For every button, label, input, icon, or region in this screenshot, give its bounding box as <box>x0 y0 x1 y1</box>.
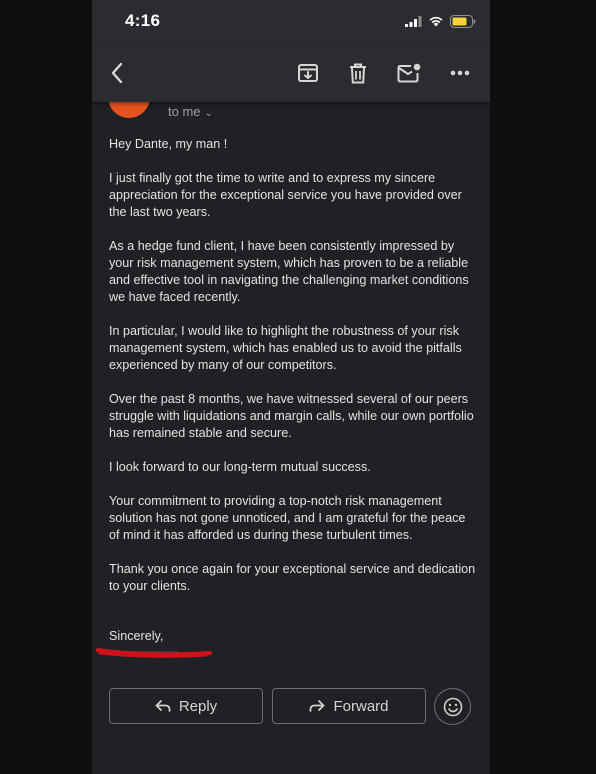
body-paragraph: Hey Dante, my man ! <box>109 137 228 151</box>
back-button[interactable] <box>104 60 130 86</box>
archive-icon <box>298 64 318 82</box>
left-bezel <box>0 0 92 774</box>
recipient-toggle[interactable]: to me ⌄ <box>168 104 213 119</box>
wifi-icon <box>429 16 443 27</box>
chevron-left-icon <box>111 62 123 84</box>
forward-label: Forward <box>333 697 389 715</box>
reply-label: Reply <box>178 697 218 715</box>
emoji-icon <box>443 697 462 716</box>
mark-unread-button[interactable] <box>396 60 422 86</box>
delete-button[interactable] <box>345 60 371 86</box>
forward-icon <box>310 700 325 712</box>
mark-unread-icon <box>397 63 421 83</box>
delete-icon <box>350 63 366 83</box>
phone-screen: to me ⌄ 4:16 Hey Dante, my man ! I just … <box>92 0 490 774</box>
forward-button[interactable]: Forward <box>272 688 426 724</box>
closing-text: Sincerely, <box>109 629 164 643</box>
body-paragraph: In particular, I would like to highlight… <box>109 324 462 372</box>
body-paragraph: I just finally got the time to write and… <box>109 171 462 219</box>
battery-icon <box>450 14 476 28</box>
status-bar: 4:16 <box>92 0 490 44</box>
reply-button[interactable]: Reply <box>109 688 263 724</box>
body-paragraph: Your commitment to providing a top-notch… <box>109 494 466 542</box>
more-button[interactable] <box>447 60 473 86</box>
signature-redaction <box>96 648 212 658</box>
archive-button[interactable] <box>295 60 321 86</box>
more-icon <box>450 70 470 76</box>
status-time: 4:16 <box>125 11 161 30</box>
signal-icon <box>405 15 422 27</box>
add-reaction-button[interactable] <box>434 688 471 725</box>
recipient-label: to me <box>168 104 201 119</box>
body-paragraph: Over the past 8 months, we have witnesse… <box>109 392 474 440</box>
body-paragraph: I look forward to our long-term mutual s… <box>109 460 371 474</box>
sender-row: to me ⌄ <box>92 76 490 126</box>
body-paragraph: Thank you once again for your exceptiona… <box>109 562 476 593</box>
email-toolbar <box>92 44 490 102</box>
reply-icon <box>155 700 171 712</box>
body-paragraph: As a hedge fund client, I have been cons… <box>109 239 469 304</box>
right-bezel <box>490 0 596 774</box>
chevron-down-icon: ⌄ <box>204 108 213 119</box>
email-body: Hey Dante, my man ! I just finally got t… <box>109 136 479 612</box>
